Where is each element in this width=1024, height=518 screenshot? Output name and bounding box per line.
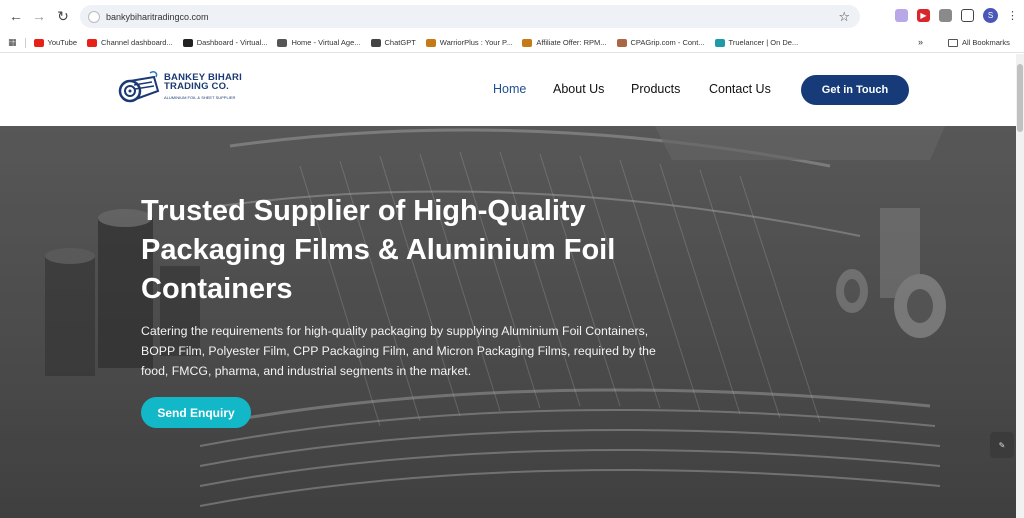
profile-avatar[interactable]: S	[983, 8, 998, 23]
bookmark-label: Dashboard - Virtual...	[196, 38, 268, 47]
bookmark-label: Home - Virtual Age...	[291, 38, 361, 47]
nav-products[interactable]: Products	[631, 82, 680, 96]
bookmark-item[interactable]: CPAGrip.com - Cont...	[616, 38, 705, 47]
more-bookmarks-icon[interactable]: »	[918, 37, 923, 47]
site-logo[interactable]: BANKEY BIHARI TRADING CO. ALUMINIUM FOIL…	[118, 68, 248, 106]
nav-home[interactable]: Home	[493, 82, 526, 96]
bookmark-label: Channel dashboard...	[101, 38, 173, 47]
site-header: BANKEY BIHARI TRADING CO. ALUMINIUM FOIL…	[0, 54, 1016, 126]
all-bookmarks-label: All Bookmarks	[962, 38, 1010, 47]
bookmark-item[interactable]: Home - Virtual Age...	[277, 38, 361, 47]
bookmark-label: YouTube	[47, 38, 77, 47]
send-enquiry-button[interactable]: Send Enquiry	[141, 397, 251, 428]
hero-title: Trusted Supplier of High-Quality Packagi…	[141, 195, 616, 305]
hero-section: Trusted Supplier of High-Quality Packagi…	[0, 126, 1016, 518]
bookmark-favicon-icon	[87, 38, 97, 47]
bookmark-item[interactable]: YouTube	[33, 38, 77, 47]
extensions-area: ▶ S ⋮	[895, 8, 1018, 23]
bookmark-item[interactable]: Dashboard - Virtual...	[182, 38, 268, 47]
bookmark-favicon-icon	[616, 38, 627, 47]
bookmark-item[interactable]: Truelancer | On De...	[714, 38, 799, 47]
divider	[24, 37, 26, 48]
address-bar[interactable]: bankybiharitradingco.com ☆	[80, 5, 860, 28]
bookmark-star-icon[interactable]: ☆	[838, 9, 850, 25]
bookmark-item[interactable]: Affiliate Offer: RPM...	[522, 38, 607, 47]
bookmark-favicon-icon	[182, 38, 193, 47]
bookmark-favicon-icon	[714, 38, 725, 47]
reload-icon[interactable]: ↻	[51, 4, 75, 28]
bookmarks-bar: ▦ YouTube Channel dashboard... Dashboard -…	[0, 33, 1024, 53]
browser-menu-icon[interactable]: ⋮	[1007, 9, 1018, 22]
logo-tagline: ALUMINIUM FOIL & SHEET SUPPLIER	[164, 94, 236, 100]
browser-toolbar: ← → ↻ bankybiharitradingco.com ☆ ▶ S ⋮	[0, 0, 1024, 33]
url-text: bankybiharitradingco.com	[106, 11, 209, 22]
scrollbar-thumb[interactable]	[1017, 64, 1023, 132]
extensions-puzzle-icon[interactable]	[961, 9, 974, 22]
forward-arrow-icon[interactable]: →	[27, 4, 51, 28]
folder-icon	[948, 38, 958, 47]
nav-contact-us[interactable]: Contact Us	[709, 82, 771, 96]
bookmark-label: Truelancer | On De...	[728, 38, 799, 47]
nav-about-us[interactable]: About Us	[553, 82, 604, 96]
bookmark-item[interactable]: ChatGPT	[370, 38, 416, 47]
bookmark-favicon-icon	[277, 38, 288, 47]
hero-description: Catering the requirements for high-quali…	[141, 324, 656, 378]
bookmark-label: ChatGPT	[384, 38, 416, 47]
bookmark-item[interactable]: WarriorPlus : Your P...	[425, 38, 513, 47]
chat-widget-icon[interactable]: ✎	[990, 432, 1014, 458]
bookmark-label: CPAGrip.com - Cont...	[630, 38, 705, 47]
back-arrow-icon[interactable]: ←	[4, 4, 28, 28]
bookmark-favicon-icon	[425, 38, 436, 47]
logo-foil-roll-icon	[118, 71, 160, 103]
apps-grid-icon[interactable]: ▦	[8, 37, 17, 48]
bookmark-favicon-icon	[33, 38, 44, 47]
bookmark-label: WarriorPlus : Your P...	[439, 38, 513, 47]
bookmark-item[interactable]: Channel dashboard...	[87, 38, 173, 47]
bookmark-favicon-icon	[522, 38, 533, 47]
extension-icon[interactable]	[895, 9, 908, 22]
all-bookmarks-folder[interactable]: All Bookmarks	[948, 38, 1010, 47]
logo-name-line2: TRADING CO.	[164, 80, 230, 92]
page-scrollbar[interactable]	[1016, 54, 1024, 518]
logo-text: BANKEY BIHARI TRADING CO. ALUMINIUM FOIL…	[164, 72, 242, 102]
bookmark-label: Affiliate Offer: RPM...	[536, 38, 607, 47]
site-info-icon[interactable]	[88, 10, 100, 23]
get-in-touch-button[interactable]: Get in Touch	[801, 75, 909, 105]
bookmarks-list: YouTube Channel dashboard... Dashboard - V…	[33, 38, 809, 47]
extension-red-icon[interactable]: ▶	[917, 9, 930, 22]
bookmark-favicon-icon	[370, 38, 381, 47]
extension-camera-icon[interactable]	[939, 9, 952, 22]
